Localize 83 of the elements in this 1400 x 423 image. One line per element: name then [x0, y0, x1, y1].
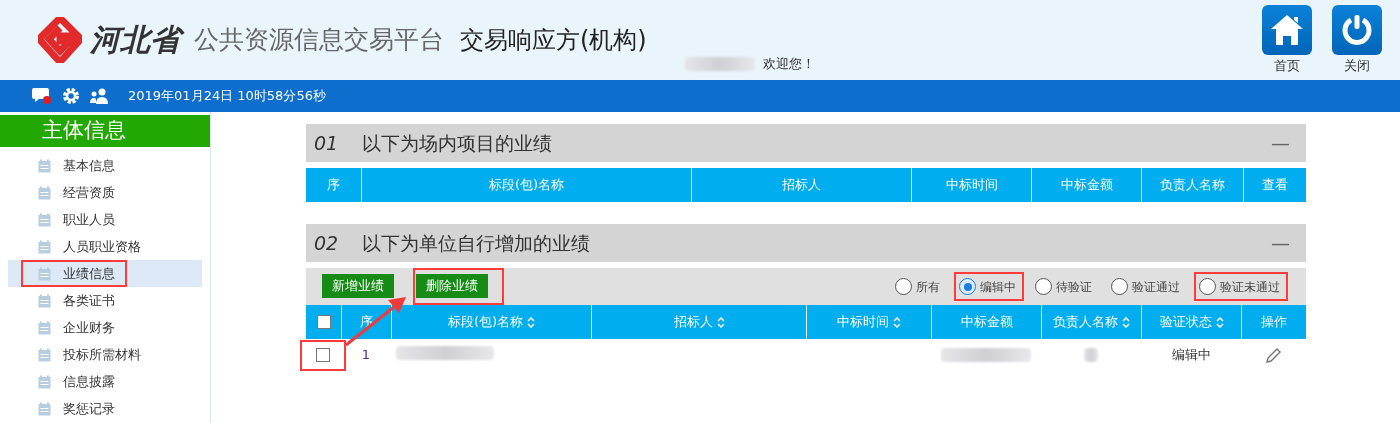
- sort-icon: [527, 316, 536, 328]
- document-icon: [38, 266, 51, 281]
- edit-icon[interactable]: [1266, 347, 1281, 363]
- sidebar-item[interactable]: 投标所需材料: [8, 341, 202, 368]
- sidebar-item[interactable]: 经营资质: [8, 179, 202, 206]
- section-title: 以下为场内项目的业绩: [362, 130, 552, 156]
- platform-name: 公共资源信息交易平台: [194, 24, 444, 57]
- sidebar-label: 投标所需材料: [63, 345, 141, 364]
- document-icon: [38, 158, 51, 173]
- collapse-button[interactable]: —: [1271, 128, 1290, 158]
- close-button[interactable]: [1332, 5, 1382, 55]
- sidebar-label: 信息披露: [63, 372, 115, 391]
- checkbox[interactable]: [316, 315, 331, 329]
- sidebar-label: 奖惩记录: [63, 399, 115, 418]
- sort-icon: [716, 316, 725, 328]
- redacted-text: [684, 57, 755, 71]
- radio-button[interactable]: [1035, 278, 1052, 295]
- sidebar-label: 各类证书: [63, 291, 115, 310]
- role-title: 交易响应方(机构): [460, 25, 647, 56]
- filter-label: 编辑中: [980, 278, 1016, 296]
- annotation-arrow: [344, 294, 408, 348]
- section-number: 01: [314, 130, 340, 156]
- document-icon: [38, 320, 51, 335]
- document-icon: [38, 293, 51, 308]
- sidebar-item[interactable]: 人员职业资格: [8, 233, 202, 260]
- checkbox[interactable]: [316, 348, 330, 362]
- table-cell-text: 编辑中: [1170, 346, 1212, 365]
- document-icon: [38, 185, 51, 200]
- sidebar-item[interactable]: 各类证书: [8, 287, 202, 314]
- logo-text: 河北省: [90, 17, 186, 63]
- sidebar-item[interactable]: 信息披露: [8, 368, 202, 395]
- column-header: 中标时间: [911, 168, 1031, 202]
- power-icon: [1341, 14, 1373, 46]
- sort-icon: [893, 316, 901, 328]
- sort-icon: [1215, 316, 1224, 328]
- document-icon: [38, 212, 51, 227]
- sidebar-item[interactable]: 奖惩记录: [8, 395, 202, 422]
- button-label: 首页: [1274, 59, 1300, 72]
- radio-button[interactable]: [1111, 278, 1128, 295]
- button-label: 关闭: [1344, 59, 1370, 72]
- column-header: 中标金额: [1031, 168, 1141, 202]
- column-header: 负责人名称: [1141, 168, 1243, 202]
- sort-icon: [1122, 316, 1130, 328]
- datetime-text: 2019年01月24日 10时58分56秒: [128, 87, 326, 106]
- filter-label: 验证通过: [1132, 278, 1180, 296]
- document-icon: [38, 401, 51, 416]
- sidebar-label: 企业财务: [63, 318, 115, 337]
- column-header: 查看: [1243, 168, 1306, 202]
- home-button[interactable]: [1262, 5, 1312, 55]
- sidebar-title: 主体信息: [0, 115, 210, 147]
- sidebar-item[interactable]: 职业人员: [8, 206, 202, 233]
- sidebar-label: 基本信息: [63, 156, 115, 175]
- sidebar-item[interactable]: 业绩信息: [8, 260, 202, 287]
- filter-label: 待验证: [1056, 278, 1092, 296]
- redacted-text: [1084, 348, 1098, 362]
- column-header: 招标人: [691, 168, 911, 202]
- filter-label: 验证未通过: [1220, 278, 1280, 296]
- sidebar-label: 人员职业资格: [63, 237, 141, 256]
- document-icon: [38, 347, 51, 362]
- filter-label: 所有: [916, 278, 940, 296]
- sidebar-label: 经营资质: [63, 183, 115, 202]
- table-cell-text: 1: [360, 346, 372, 365]
- sidebar-item[interactable]: 基本信息: [8, 152, 202, 179]
- users-icon: [90, 87, 110, 105]
- radio-button[interactable]: [959, 278, 976, 295]
- home-icon: [1270, 14, 1304, 46]
- column-header: 标段(包)名称: [361, 168, 691, 202]
- welcome-text: 欢迎您！: [762, 55, 815, 74]
- collapse-button[interactable]: —: [1271, 228, 1290, 258]
- sidebar-label: 业绩信息: [63, 264, 115, 283]
- document-icon: [38, 239, 51, 254]
- action-button[interactable]: 删除业绩: [413, 268, 504, 305]
- column-header: 序: [326, 176, 341, 195]
- logo-icon: [38, 17, 82, 63]
- document-icon: [38, 374, 51, 389]
- section-number: 02: [314, 230, 340, 256]
- section-title: 以下为单位自行增加的业绩: [362, 230, 590, 256]
- sidebar-item[interactable]: 企业财务: [8, 314, 202, 341]
- radio-button[interactable]: [1199, 278, 1216, 295]
- settings-icon: [62, 87, 80, 105]
- radio-button[interactable]: [895, 278, 912, 295]
- sidebar-label: 职业人员: [63, 210, 115, 229]
- chat-icon: [32, 87, 52, 105]
